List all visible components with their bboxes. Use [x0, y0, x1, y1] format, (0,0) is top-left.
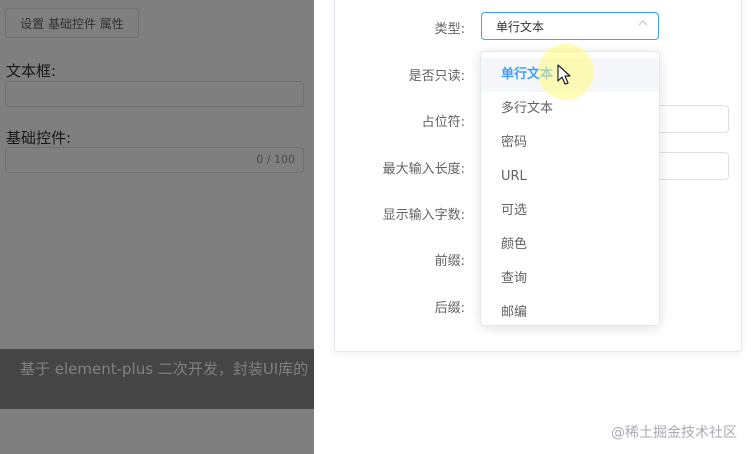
dropdown-option-color[interactable]: 颜色 — [481, 228, 659, 262]
type-select-value: 单行文本 — [496, 19, 545, 34]
dropdown-option-selectable[interactable]: 可选 — [481, 194, 659, 228]
type-label: 类型: — [434, 22, 465, 37]
dropdown-option-password[interactable]: 密码 — [481, 126, 659, 160]
mouse-pointer-icon — [557, 64, 571, 85]
readonly-label: 是否只读: — [408, 69, 465, 84]
suffix-label: 后缀: — [434, 301, 465, 316]
modal-overlay[interactable] — [0, 0, 314, 454]
dropdown-option-search[interactable]: 查询 — [481, 262, 659, 296]
maxlength-label: 最大输入长度: — [382, 162, 465, 177]
placeholder-label: 占位符: — [421, 115, 465, 130]
type-select[interactable]: 单行文本 — [481, 12, 659, 40]
chevron-up-icon — [638, 18, 648, 31]
dropdown-option-url[interactable]: URL — [481, 160, 659, 194]
show-count-label: 显示输入字数: — [382, 208, 465, 223]
watermark: @稀土掘金技术社区 — [611, 425, 737, 441]
dropdown-option-postcode[interactable]: 邮编 — [481, 296, 659, 325]
prefix-label: 前缀: — [434, 254, 465, 269]
